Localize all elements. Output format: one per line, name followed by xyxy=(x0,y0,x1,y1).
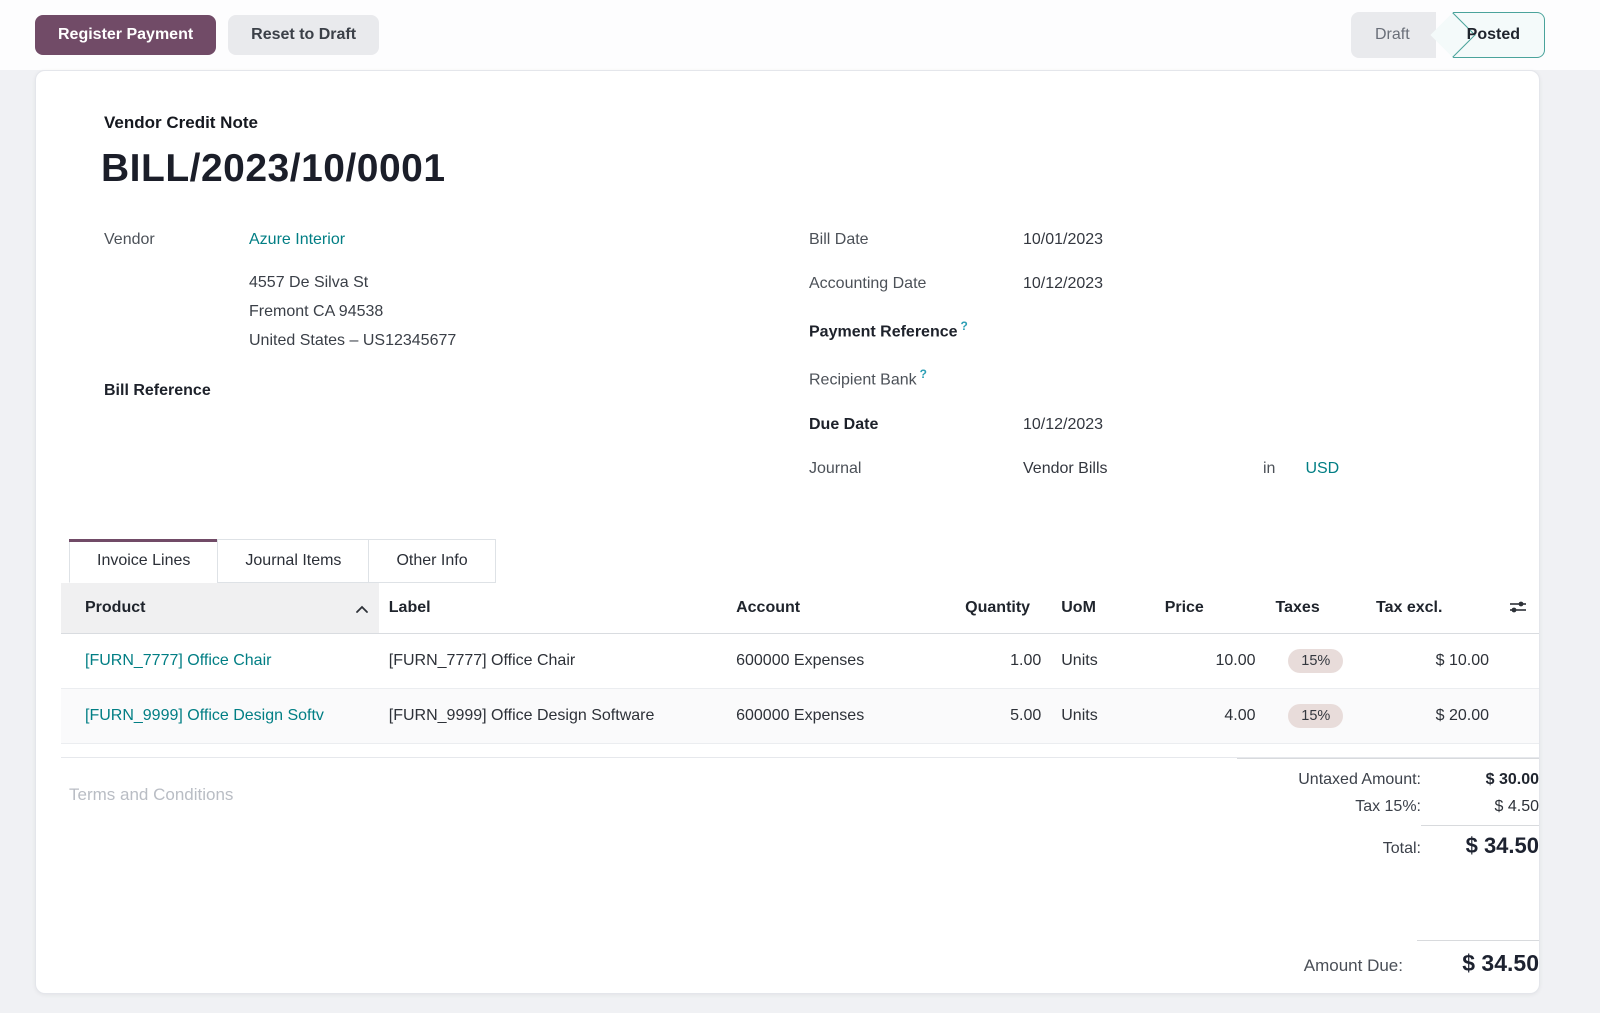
tax-amount-value: $ 4.50 xyxy=(1421,798,1539,816)
vendor-address: 4557 De Silva St Fremont CA 94538 United… xyxy=(249,268,809,355)
tab-invoice-lines[interactable]: Invoice Lines xyxy=(69,539,218,583)
help-icon[interactable]: ? xyxy=(920,367,927,381)
sort-ascending-icon[interactable] xyxy=(355,601,369,619)
amount-due-value: $ 34.50 xyxy=(1417,940,1539,977)
column-header-tax-excl[interactable]: Tax excl. xyxy=(1366,583,1499,634)
vendor-link[interactable]: Azure Interior xyxy=(249,231,345,248)
column-header-taxes[interactable]: Taxes xyxy=(1266,583,1367,634)
accounting-date-label: Accounting Date xyxy=(809,275,1023,293)
document-type-label: Vendor Credit Note xyxy=(104,113,1509,133)
tax-tag[interactable]: 15% xyxy=(1288,649,1343,673)
accounting-date-value[interactable]: 10/12/2023 xyxy=(1023,275,1103,293)
document-number: BILL/2023/10/0001 xyxy=(101,147,1509,191)
due-date-value[interactable]: 10/12/2023 xyxy=(1023,416,1103,434)
tax-amount-label: Tax 15%: xyxy=(1355,798,1421,816)
recipient-bank-label: Recipient Bank? xyxy=(809,367,1023,389)
line-subtotal-cell: $ 20.00 xyxy=(1366,688,1499,743)
column-header-uom[interactable]: UoM xyxy=(1051,583,1154,634)
column-header-price[interactable]: Price xyxy=(1155,583,1266,634)
column-header-product[interactable]: Product xyxy=(61,583,379,634)
line-account-cell[interactable]: 600000 Expenses xyxy=(726,633,955,688)
amount-due-block: Amount Due: $ 34.50 xyxy=(61,940,1539,977)
invoice-line-row[interactable]: [FURN_9999] Office Design Softv [FURN_99… xyxy=(61,688,1539,743)
untaxed-amount-value: $ 30.00 xyxy=(1421,771,1539,789)
invoice-lines-table: Product Label Account Quantity UoM Price… xyxy=(61,583,1539,744)
terms-and-conditions-input[interactable]: Terms and Conditions xyxy=(61,785,1237,868)
vendor-label: Vendor xyxy=(104,231,249,249)
line-uom-cell[interactable]: Units xyxy=(1051,633,1154,688)
totals-block: Untaxed Amount: $ 30.00 Tax 15%: $ 4.50 … xyxy=(1237,758,1539,868)
sliders-icon xyxy=(1509,599,1527,615)
tab-other-info[interactable]: Other Info xyxy=(368,539,495,583)
bill-form-sheet: Vendor Credit Note BILL/2023/10/0001 Ven… xyxy=(35,70,1540,994)
due-date-label: Due Date xyxy=(809,416,1023,434)
line-subtotal-cell: $ 10.00 xyxy=(1366,633,1499,688)
currency-link[interactable]: USD xyxy=(1305,460,1339,478)
action-bar: Register Payment Reset to Draft Draft Po… xyxy=(0,0,1600,70)
tab-journal-items[interactable]: Journal Items xyxy=(217,539,369,583)
invoice-line-row[interactable]: [FURN_7777] Office Chair [FURN_7777] Off… xyxy=(61,633,1539,688)
product-link[interactable]: [FURN_7777] Office Chair xyxy=(85,652,271,669)
line-quantity-cell[interactable]: 5.00 xyxy=(955,688,1051,743)
column-header-account[interactable]: Account xyxy=(726,583,955,634)
bill-date-value[interactable]: 10/01/2023 xyxy=(1023,231,1103,249)
line-label-cell[interactable]: [FURN_7777] Office Chair xyxy=(379,633,726,688)
bill-reference-label: Bill Reference xyxy=(104,382,249,400)
notebook-tabs: Invoice Lines Journal Items Other Info xyxy=(69,539,1509,583)
column-header-label[interactable]: Label xyxy=(379,583,726,634)
help-icon[interactable]: ? xyxy=(961,319,968,333)
untaxed-amount-label: Untaxed Amount: xyxy=(1298,771,1421,789)
payment-reference-label: Payment Reference? xyxy=(809,319,1023,341)
journal-in-text: in xyxy=(1263,460,1275,478)
line-price-cell[interactable]: 4.00 xyxy=(1155,688,1266,743)
reset-to-draft-button[interactable]: Reset to Draft xyxy=(228,15,379,55)
amount-due-label: Amount Due: xyxy=(1304,956,1403,976)
column-header-quantity[interactable]: Quantity xyxy=(955,583,1051,634)
journal-label: Journal xyxy=(809,460,1023,478)
line-quantity-cell[interactable]: 1.00 xyxy=(955,633,1051,688)
bill-date-label: Bill Date xyxy=(809,231,1023,249)
product-link[interactable]: [FURN_9999] Office Design Softv xyxy=(85,707,324,724)
total-value: $ 34.50 xyxy=(1421,825,1539,859)
total-label: Total: xyxy=(1383,840,1421,858)
line-price-cell[interactable]: 10.00 xyxy=(1155,633,1266,688)
status-posted[interactable]: Posted xyxy=(1453,12,1545,58)
line-label-cell[interactable]: [FURN_9999] Office Design Software xyxy=(379,688,726,743)
journal-value[interactable]: Vendor Bills xyxy=(1023,460,1263,478)
line-account-cell[interactable]: 600000 Expenses xyxy=(726,688,955,743)
status-draft[interactable]: Draft xyxy=(1351,12,1436,58)
statusbar: Draft Posted xyxy=(1351,12,1545,58)
line-uom-cell[interactable]: Units xyxy=(1051,688,1154,743)
tax-tag[interactable]: 15% xyxy=(1288,704,1343,728)
optional-columns-button[interactable] xyxy=(1499,583,1539,634)
register-payment-button[interactable]: Register Payment xyxy=(35,15,216,55)
